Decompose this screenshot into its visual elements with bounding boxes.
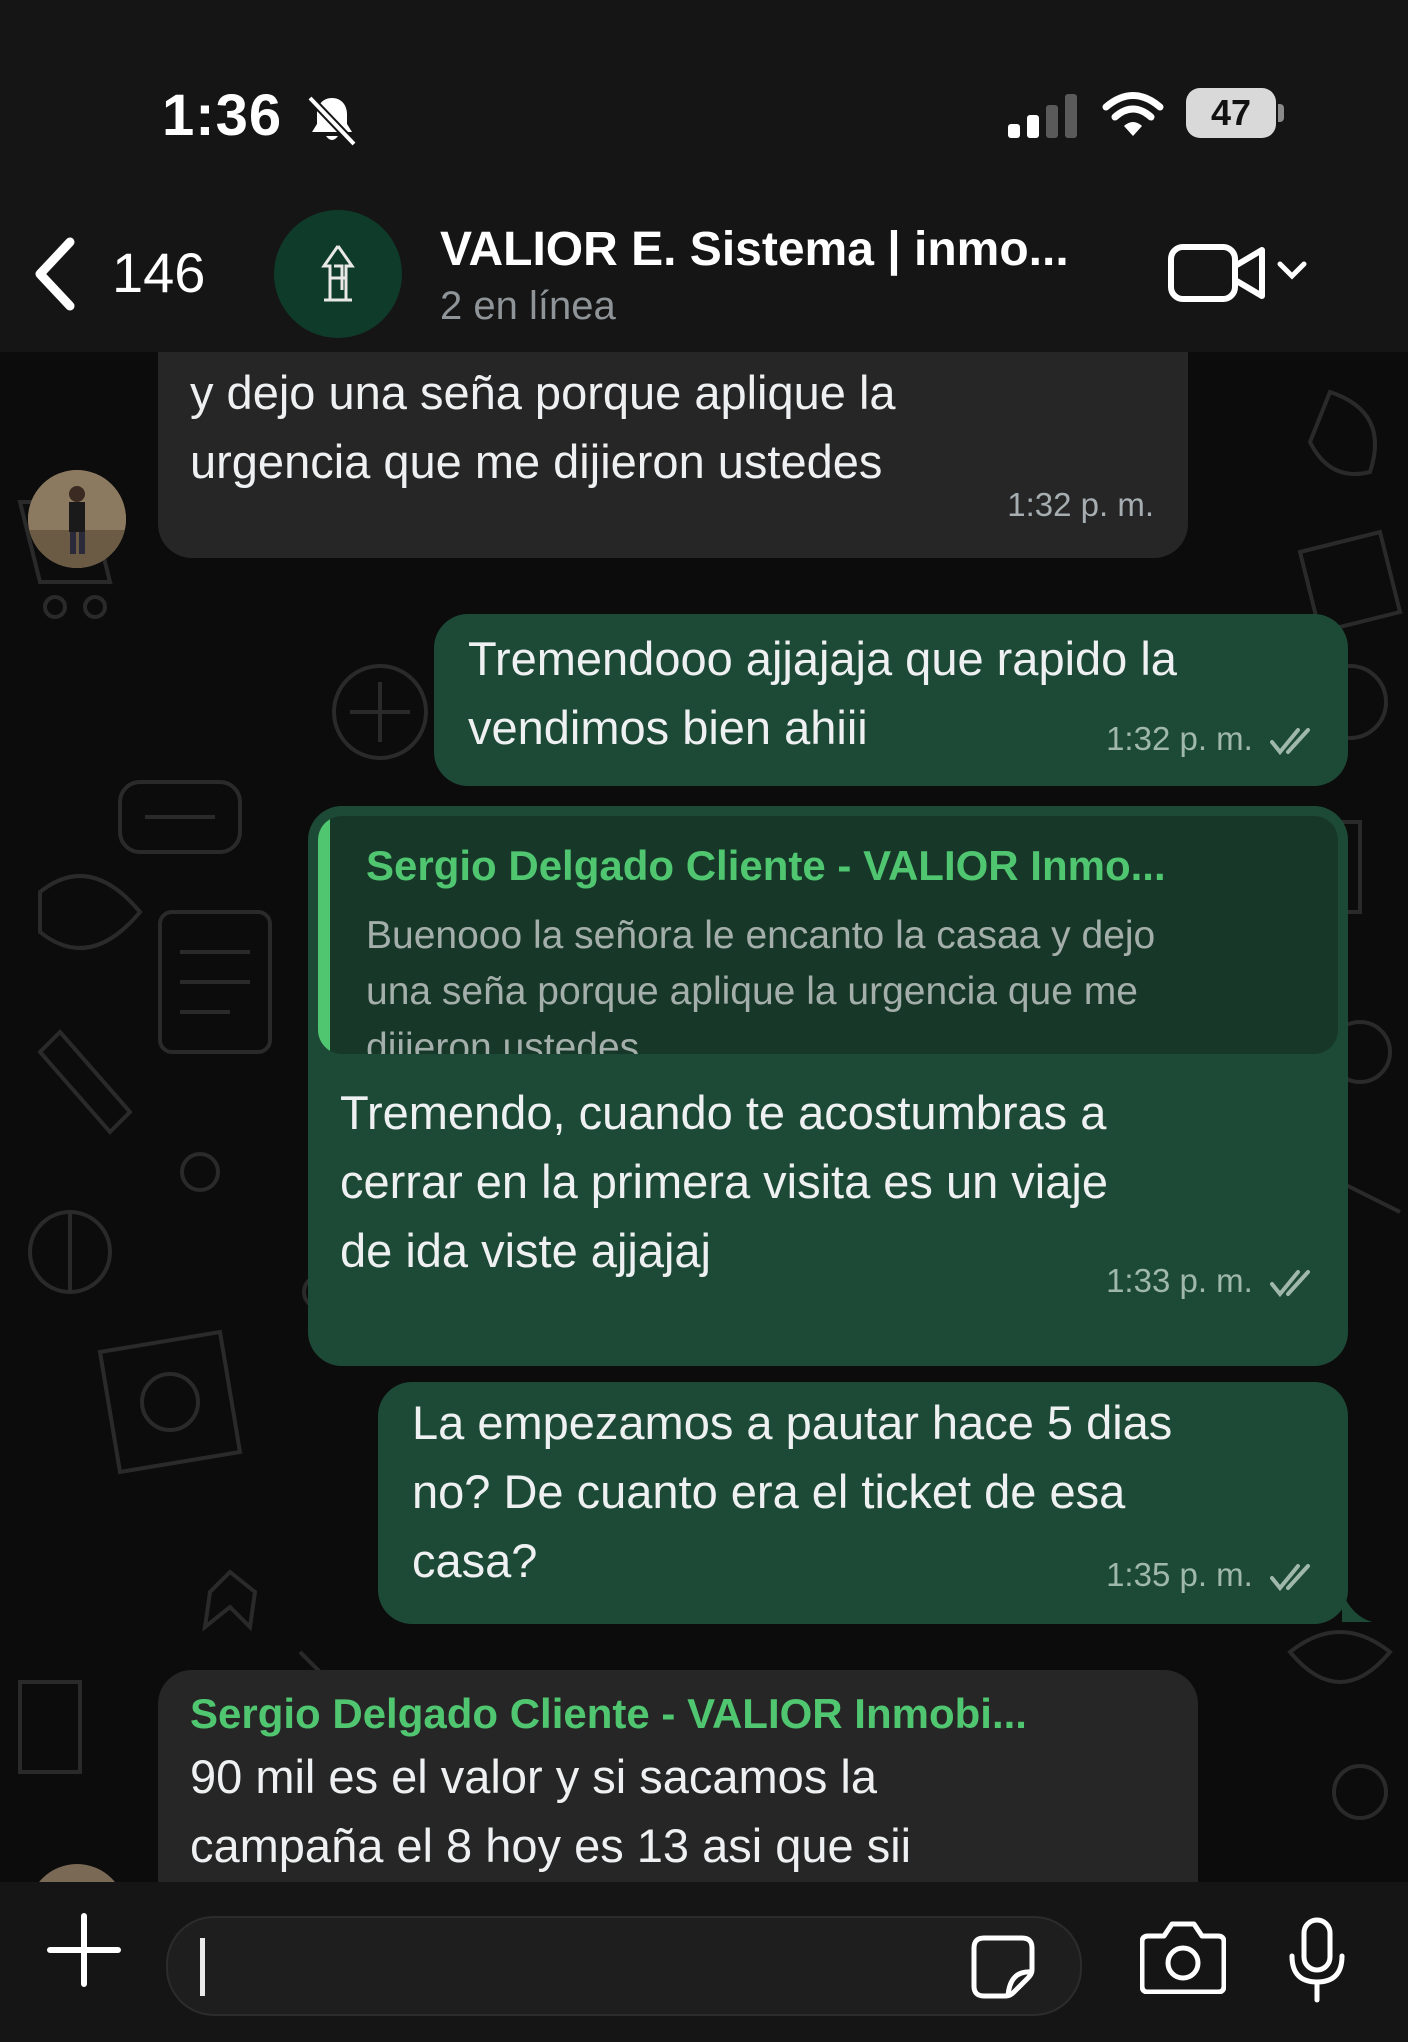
- message-time-text: 1:33 p. m.: [1106, 1262, 1253, 1299]
- battery-level: 47: [1186, 88, 1276, 138]
- composer-bar: [0, 1882, 1408, 2042]
- battery-icon: 47: [1186, 88, 1286, 138]
- text-caret: [200, 1938, 205, 1996]
- online-status: 2 en línea: [440, 284, 616, 328]
- outgoing-message[interactable]: Tremendooo ajjajaja que rapido la vendim…: [434, 614, 1348, 786]
- microphone-icon[interactable]: [1286, 1916, 1348, 2006]
- message-line: Tremendooo ajjajaja que rapido la: [468, 632, 1177, 685]
- message-time: 1:35 p. m.: [1106, 1556, 1318, 1594]
- message-time-text: 1:35 p. m.: [1106, 1556, 1253, 1593]
- quoted-line: Buenooo la señora le encanto la casaa y …: [366, 914, 1156, 957]
- sender-avatar[interactable]: [28, 470, 126, 568]
- message-time: 1:33 p. m.: [1106, 1262, 1318, 1300]
- top-bar: 1:36 47 146 VALIOR E. Sistema | inmo... …: [0, 0, 1408, 352]
- quoted-author: Sergio Delgado Cliente - VALIOR Inmo...: [366, 842, 1166, 889]
- quoted-message[interactable]: Sergio Delgado Cliente - VALIOR Inmo... …: [318, 816, 1338, 1054]
- incoming-message[interactable]: y dejo una seña porque aplique la urgenc…: [158, 352, 1188, 558]
- message-line: casa?: [412, 1534, 538, 1587]
- message-line: cerrar en la primera visita es un viaje: [340, 1155, 1108, 1208]
- plus-icon[interactable]: [46, 1912, 122, 1988]
- double-check-icon: [1270, 1564, 1310, 1592]
- outgoing-message[interactable]: La empezamos a pautar hace 5 dias no? De…: [378, 1382, 1348, 1624]
- chat-screen: 1:36 47 146 VALIOR E. Sistema | inmo... …: [0, 0, 1408, 2042]
- mute-bell-icon: [307, 95, 357, 147]
- message-line: y dejo una seña porque aplique la: [190, 366, 896, 419]
- double-check-icon: [1270, 1270, 1310, 1298]
- incoming-message[interactable]: Sergio Delgado Cliente - VALIOR Inmobi..…: [158, 1670, 1198, 1882]
- logo-icon: [321, 245, 355, 302]
- quoted-line: una seña porque aplique la urgencia que …: [366, 970, 1138, 1013]
- video-call-icon[interactable]: [1168, 242, 1266, 304]
- quote-accent-bar: [318, 816, 330, 1054]
- message-line: La empezamos a pautar hace 5 dias: [412, 1396, 1173, 1449]
- unread-count[interactable]: 146: [112, 240, 205, 305]
- message-time-text: 1:32 p. m.: [1106, 720, 1253, 757]
- message-line: campaña el 8 hoy es 13 asi que sii: [190, 1819, 912, 1872]
- message-time: 1:32 p. m.: [1007, 486, 1154, 523]
- message-line: no? De cuanto era el ticket de esa: [412, 1465, 1126, 1518]
- message-line: 90 mil es el valor y si sacamos la: [190, 1750, 877, 1803]
- outgoing-reply-message[interactable]: Sergio Delgado Cliente - VALIOR Inmo... …: [308, 806, 1348, 1366]
- person-photo-icon: [28, 470, 126, 568]
- status-time: 1:36: [162, 83, 283, 148]
- message-time: 1:32 p. m.: [1106, 720, 1318, 758]
- back-chevron-icon[interactable]: [30, 236, 78, 312]
- camera-icon[interactable]: [1140, 1920, 1226, 1994]
- battery-cap: [1278, 104, 1284, 122]
- message-line: urgencia que me dijieron ustedes: [190, 435, 883, 488]
- chat-title[interactable]: VALIOR E. Sistema | inmo...: [440, 222, 1069, 277]
- message-input[interactable]: [166, 1916, 1082, 2016]
- signal-icon: [1008, 94, 1077, 138]
- bubble-tail: [1342, 1592, 1372, 1622]
- group-avatar[interactable]: [274, 210, 402, 338]
- message-line: vendimos bien ahiii: [468, 701, 868, 754]
- wifi-icon: [1102, 92, 1164, 136]
- message-line: Tremendo, cuando te acostumbras a: [340, 1086, 1107, 1139]
- message-list[interactable]: y dejo una seña porque aplique la urgenc…: [0, 352, 1408, 1882]
- chevron-down-icon[interactable]: [1276, 258, 1308, 282]
- sender-name: Sergio Delgado Cliente - VALIOR Inmobi..…: [190, 1690, 1027, 1737]
- message-line: de ida viste ajjajaj: [340, 1224, 711, 1277]
- quoted-line: dijieron ustedes: [366, 1026, 640, 1054]
- double-check-icon: [1270, 728, 1310, 756]
- sticker-icon[interactable]: [970, 1934, 1036, 2000]
